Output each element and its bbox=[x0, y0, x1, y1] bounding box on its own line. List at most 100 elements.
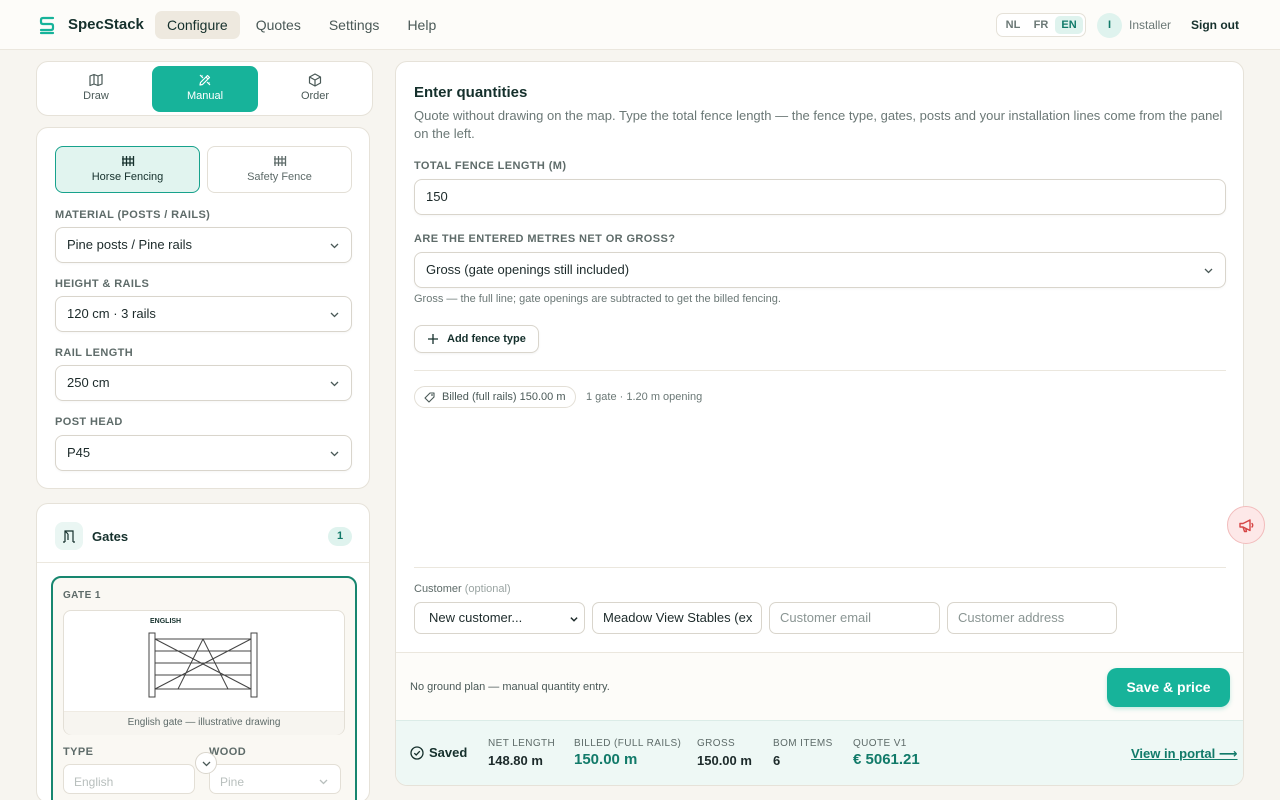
gate-summary: 1 gate · 1.20 m opening bbox=[586, 391, 703, 403]
billed-pill: Billed (full rails) 150.00 m bbox=[414, 386, 576, 408]
divider bbox=[37, 562, 369, 563]
billed-pill-text: Billed (full rails) 150.00 m bbox=[442, 391, 566, 403]
gate-type-value: English bbox=[74, 775, 114, 789]
lang-en[interactable]: EN bbox=[1055, 16, 1083, 34]
check-circle-icon bbox=[410, 746, 424, 760]
bom-value: 6 bbox=[773, 753, 781, 768]
customer-name-value: Meadow View Stables (ex bbox=[603, 610, 753, 625]
quote-stat: QUOTE V1 € 5061.21 bbox=[853, 738, 920, 768]
add-fence-type-label: Add fence type bbox=[447, 333, 526, 345]
mode-draw-button[interactable]: Draw bbox=[41, 66, 151, 112]
sign-out-link[interactable]: Sign out bbox=[1191, 18, 1239, 32]
customer-name-input[interactable]: Meadow View Stables (ex bbox=[592, 602, 762, 634]
net-gross-hint: Gross — the full line; gate openings are… bbox=[414, 293, 781, 305]
net-length-stat: NET LENGTH 148.80 m bbox=[488, 738, 555, 768]
chevron-down-icon bbox=[1204, 268, 1213, 274]
feedback-button[interactable] bbox=[1227, 506, 1265, 544]
gate-type-label: TYPE bbox=[63, 746, 94, 758]
chevron-down-icon bbox=[330, 243, 339, 249]
fence-type-safety-label: Safety Fence bbox=[247, 171, 312, 183]
mode-switcher: Draw Manual Order bbox=[36, 61, 373, 116]
chevron-down-icon bbox=[330, 451, 339, 457]
customer-optional-text: (optional) bbox=[464, 583, 511, 595]
app-name[interactable]: SpecStack bbox=[68, 16, 144, 33]
language-switcher: NL FR EN bbox=[996, 13, 1086, 37]
lang-fr[interactable]: FR bbox=[1027, 16, 1055, 34]
view-in-portal-link[interactable]: View in portal ⟶ bbox=[1131, 746, 1238, 762]
specstack-logo-icon bbox=[39, 16, 55, 35]
page-title: Enter quantities bbox=[414, 84, 528, 101]
bom-label: BOM ITEMS bbox=[773, 738, 833, 749]
gate-type-select[interactable]: English bbox=[63, 764, 195, 794]
main-nav: Configure Quotes Settings Help bbox=[155, 11, 448, 39]
lang-nl[interactable]: NL bbox=[999, 16, 1027, 34]
post-head-select[interactable]: P45 bbox=[55, 435, 352, 471]
net-gross-label: ARE THE ENTERED METRES NET OR GROSS? bbox=[414, 233, 676, 245]
ground-plan-note: No ground plan — manual quantity entry. bbox=[410, 681, 610, 693]
nav-settings[interactable]: Settings bbox=[317, 11, 392, 39]
page-description: Quote without drawing on the map. Type t… bbox=[414, 108, 1223, 141]
bom-stat: BOM ITEMS 6 bbox=[773, 738, 833, 768]
mode-order-label: Order bbox=[300, 90, 330, 102]
customer-label-text: Customer bbox=[414, 583, 462, 595]
net-gross-select[interactable]: Gross (gate openings still included) bbox=[414, 252, 1226, 288]
height-select[interactable]: 120 cm · 3 rails bbox=[55, 296, 352, 332]
fence-type-horse-label: Horse Fencing bbox=[91, 171, 164, 183]
chevron-down-icon bbox=[570, 617, 578, 622]
mode-order-button[interactable]: Order bbox=[260, 66, 370, 112]
collapse-button[interactable] bbox=[195, 752, 217, 774]
avatar[interactable]: I bbox=[1097, 13, 1122, 38]
billed-label: BILLED (FULL RAILS) bbox=[574, 738, 682, 749]
quote-label: QUOTE V1 bbox=[853, 738, 907, 749]
fence-type-horse-button[interactable]: Horse Fencing bbox=[55, 146, 200, 193]
gate-1-panel: GATE 1 ENGLISH English gate — illustrati… bbox=[51, 576, 357, 800]
customer-email-placeholder: Customer email bbox=[780, 610, 872, 625]
fence-type-safety-button[interactable]: Safety Fence bbox=[207, 146, 352, 193]
rail-length-select[interactable]: 250 cm bbox=[55, 365, 352, 401]
saved-status-text: Saved bbox=[429, 745, 468, 760]
fence-length-value: 150 bbox=[426, 189, 448, 204]
quote-value: € 5061.21 bbox=[853, 751, 920, 768]
action-bar: No ground plan — manual quantity entry. … bbox=[396, 652, 1243, 720]
chevron-down-icon bbox=[202, 761, 211, 767]
quantities-card: Enter quantities Quote without drawing o… bbox=[395, 61, 1244, 786]
material-select[interactable]: Pine posts / Pine rails bbox=[55, 227, 352, 263]
gate-drawing: ENGLISH English gate — illustrative draw… bbox=[63, 610, 345, 735]
divider bbox=[414, 370, 1226, 371]
net-length-label: NET LENGTH bbox=[488, 738, 556, 749]
package-icon bbox=[308, 73, 322, 87]
gate-1-label: GATE 1 bbox=[63, 590, 101, 601]
nav-help[interactable]: Help bbox=[395, 11, 448, 39]
billed-stat: BILLED (FULL RAILS) 150.00 m bbox=[574, 738, 681, 768]
megaphone-icon bbox=[1239, 519, 1254, 533]
summary-bar: Saved NET LENGTH 148.80 m BILLED (FULL R… bbox=[396, 720, 1243, 785]
customer-email-input[interactable]: Customer email bbox=[769, 602, 940, 634]
fence-length-input[interactable]: 150 bbox=[414, 179, 1226, 215]
customer-address-placeholder: Customer address bbox=[958, 610, 1065, 625]
net-gross-value: Gross (gate openings still included) bbox=[426, 262, 630, 277]
nav-configure[interactable]: Configure bbox=[155, 11, 240, 39]
mode-draw-label: Draw bbox=[83, 90, 109, 102]
save-and-price-button[interactable]: Save & price bbox=[1107, 668, 1230, 707]
gate-caption: English gate — illustrative drawing bbox=[64, 711, 344, 735]
fence-length-label: TOTAL FENCE LENGTH (M) bbox=[414, 160, 567, 172]
mode-manual-button[interactable]: Manual bbox=[152, 66, 258, 112]
rail-length-label: RAIL LENGTH bbox=[55, 347, 134, 359]
chevron-down-icon bbox=[319, 779, 328, 785]
plus-icon bbox=[428, 334, 438, 344]
fence-icon bbox=[121, 156, 134, 166]
gross-stat: GROSS 150.00 m bbox=[697, 738, 752, 768]
customer-label: Customer (optional) bbox=[414, 583, 511, 595]
customer-select[interactable]: New customer... bbox=[414, 602, 585, 634]
map-icon bbox=[89, 73, 103, 87]
gate-wood-select[interactable]: Pine bbox=[209, 764, 341, 794]
saved-status: Saved bbox=[410, 745, 467, 760]
gate-drawing-title: ENGLISH bbox=[150, 618, 182, 625]
tag-icon bbox=[424, 392, 435, 403]
gate-icon-wrapper bbox=[55, 522, 83, 550]
gate-icon bbox=[63, 530, 75, 543]
top-bar: SpecStack Configure Quotes Settings Help… bbox=[0, 0, 1280, 50]
nav-quotes[interactable]: Quotes bbox=[244, 11, 313, 39]
customer-address-input[interactable]: Customer address bbox=[947, 602, 1117, 634]
add-fence-type-button[interactable]: Add fence type bbox=[414, 325, 539, 353]
